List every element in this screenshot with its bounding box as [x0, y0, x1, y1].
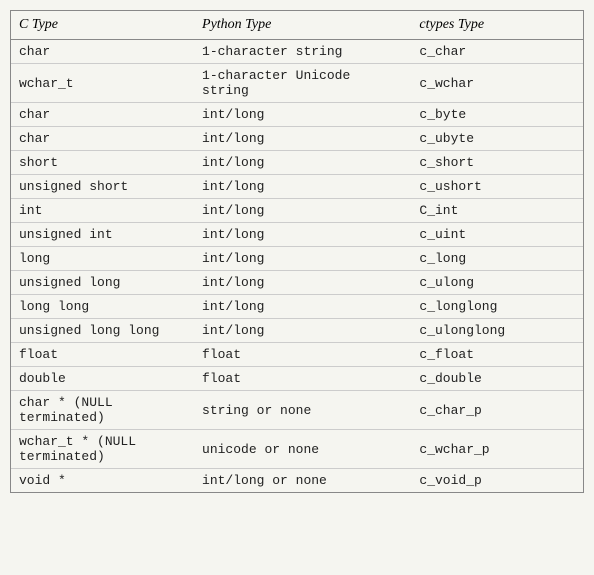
- cell-python: 1-character Unicode string: [194, 64, 411, 103]
- table-header-row: C Type Python Type ctypes Type: [11, 11, 583, 40]
- table-row: shortint/longc_short: [11, 151, 583, 175]
- header-ctype: C Type: [11, 11, 194, 40]
- cell-ctype: char: [11, 127, 194, 151]
- cell-ctypes: c_ubyte: [411, 127, 583, 151]
- cell-ctype: unsigned short: [11, 175, 194, 199]
- cell-ctypes: c_char: [411, 40, 583, 64]
- cell-ctype: char: [11, 103, 194, 127]
- cell-ctype: unsigned int: [11, 223, 194, 247]
- cell-ctype: unsigned long long: [11, 319, 194, 343]
- table-row: doublefloatc_double: [11, 367, 583, 391]
- cell-python: int/long: [194, 271, 411, 295]
- cell-python: int/long: [194, 151, 411, 175]
- table-row: wchar_t1-character Unicode stringc_wchar: [11, 64, 583, 103]
- table-row: char * (NULL terminated)string or nonec_…: [11, 391, 583, 430]
- cell-python: string or none: [194, 391, 411, 430]
- table-row: unsigned intint/longc_uint: [11, 223, 583, 247]
- cell-ctypes: c_byte: [411, 103, 583, 127]
- table-row: intint/longC_int: [11, 199, 583, 223]
- cell-ctype: long long: [11, 295, 194, 319]
- cell-ctype: char * (NULL terminated): [11, 391, 194, 430]
- cell-python: int/long: [194, 223, 411, 247]
- cell-python: int/long: [194, 103, 411, 127]
- cell-ctypes: c_wchar: [411, 64, 583, 103]
- header-ctypes: ctypes Type: [411, 11, 583, 40]
- table-row: void *int/long or nonec_void_p: [11, 469, 583, 493]
- header-python: Python Type: [194, 11, 411, 40]
- table-row: unsigned longint/longc_ulong: [11, 271, 583, 295]
- cell-ctypes: c_long: [411, 247, 583, 271]
- table-row: charint/longc_ubyte: [11, 127, 583, 151]
- cell-python: float: [194, 367, 411, 391]
- cell-ctypes: c_char_p: [411, 391, 583, 430]
- cell-ctypes: c_wchar_p: [411, 430, 583, 469]
- cell-python: int/long: [194, 199, 411, 223]
- table-row: wchar_t * (NULL terminated)unicode or no…: [11, 430, 583, 469]
- cell-ctype: unsigned long: [11, 271, 194, 295]
- cell-ctypes: c_float: [411, 343, 583, 367]
- cell-ctypes: c_ushort: [411, 175, 583, 199]
- cell-ctype: void *: [11, 469, 194, 493]
- table-row: char1-character stringc_char: [11, 40, 583, 64]
- table-row: long longint/longc_longlong: [11, 295, 583, 319]
- table-row: charint/longc_byte: [11, 103, 583, 127]
- cell-ctype: wchar_t: [11, 64, 194, 103]
- cell-ctype: double: [11, 367, 194, 391]
- cell-python: int/long: [194, 127, 411, 151]
- cell-python: float: [194, 343, 411, 367]
- table-row: unsigned shortint/longc_ushort: [11, 175, 583, 199]
- cell-ctypes: C_int: [411, 199, 583, 223]
- cell-ctype: short: [11, 151, 194, 175]
- cell-ctypes: c_longlong: [411, 295, 583, 319]
- table-row: floatfloatc_float: [11, 343, 583, 367]
- cell-python: 1-character string: [194, 40, 411, 64]
- cell-ctypes: c_double: [411, 367, 583, 391]
- cell-ctype: float: [11, 343, 194, 367]
- cell-python: int/long: [194, 247, 411, 271]
- table-row: longint/longc_long: [11, 247, 583, 271]
- cell-python: int/long: [194, 175, 411, 199]
- cell-ctype: wchar_t * (NULL terminated): [11, 430, 194, 469]
- cell-python: int/long: [194, 295, 411, 319]
- cell-ctypes: c_ulonglong: [411, 319, 583, 343]
- cell-python: int/long: [194, 319, 411, 343]
- cell-ctype: int: [11, 199, 194, 223]
- cell-ctypes: c_void_p: [411, 469, 583, 493]
- table-row: unsigned long longint/longc_ulonglong: [11, 319, 583, 343]
- cell-ctypes: c_ulong: [411, 271, 583, 295]
- type-mapping-table: C Type Python Type ctypes Type char1-cha…: [10, 10, 584, 493]
- cell-ctype: long: [11, 247, 194, 271]
- cell-python: unicode or none: [194, 430, 411, 469]
- cell-ctypes: c_uint: [411, 223, 583, 247]
- cell-ctypes: c_short: [411, 151, 583, 175]
- cell-python: int/long or none: [194, 469, 411, 493]
- cell-ctype: char: [11, 40, 194, 64]
